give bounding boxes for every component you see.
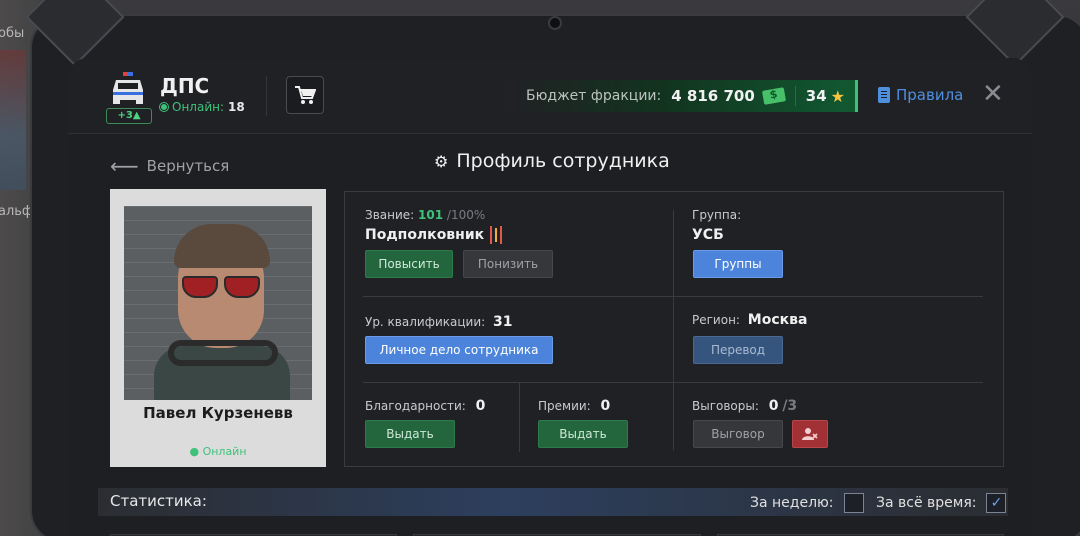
qualification-label: Ур. квалификации: [365,315,486,329]
employee-status-text: Онлайн [202,445,247,458]
qualification-row: Ур. квалификации: 31 [365,314,512,330]
employee-photo-card: Павел Курзеневв ● Онлайн [110,189,326,467]
avatar-sunglasses-right [224,276,260,298]
promote-button[interactable]: Повысить [365,250,453,278]
budget-edge [855,80,858,112]
alltime-checkbox[interactable]: ✓ [986,493,1007,513]
tablet-camera [548,16,562,30]
reprimands-max: /3 [782,398,798,414]
background-text-1: обы [0,26,25,41]
panel-divider-horizontal-1 [363,296,983,297]
page-title-text: Профиль сотрудника [456,150,670,172]
level-badge: +3▲ [106,108,152,124]
online-indicator: Онлайн: 18 [160,100,245,114]
money-icon [761,87,786,105]
bonuses-row: Премии: 0 [538,398,610,414]
region-row: Регион: Москва [692,312,807,328]
cart-icon [295,86,316,104]
online-count: 18 [228,100,245,114]
header: +3▲ ДПС Онлайн: 18 Бюджет фракции: 4 816… [68,58,1032,134]
personal-file-button[interactable]: Личное дело сотрудника [365,336,553,364]
close-icon[interactable]: ✕ [982,80,1004,108]
rules-link[interactable]: Правила [878,86,963,104]
statistics-title: Статистика: [110,492,207,510]
rank-name: Подполковник [365,226,503,244]
reprimand-button[interactable]: Выговор [693,420,783,448]
give-bonus-button[interactable]: Выдать [538,420,628,448]
tablet-screen: +3▲ ДПС Онлайн: 18 Бюджет фракции: 4 816… [68,58,1032,536]
bonuses-value: 0 [600,398,611,414]
reprimands-label: Выговоры: [692,399,759,413]
budget-label: Бюджет фракции: [526,88,662,104]
group-label: Группа: [692,208,742,222]
panel-divider-vertical-bottom [519,382,520,452]
budget-value: 4 816 700 [671,87,755,105]
region-label: Регион: [692,313,740,327]
rank-name-text: Подполковник [365,227,485,243]
give-thanks-button[interactable]: Выдать [365,420,455,448]
week-label: За неделю: [750,495,834,511]
employee-status: ● Онлайн [189,445,247,458]
thanks-row: Благодарности: 0 [365,398,485,414]
arrow-left-icon: ⟵ [110,154,139,178]
reprimands-value: 0 [768,398,779,414]
rank-label: Звание: [365,208,415,222]
week-checkbox[interactable] [843,493,864,513]
police-car-icon [113,72,143,104]
period-alltime[interactable]: За всё время: ✓ [876,493,1007,513]
rules-label: Правила [896,86,964,104]
background-sign [0,50,26,190]
avatar-headphones [168,340,278,366]
gear-icon: ⚙ [434,151,449,171]
period-week[interactable]: За неделю: [750,493,864,513]
region-value: Москва [747,312,808,328]
back-button[interactable]: ⟵ Вернуться [110,154,229,178]
shop-button[interactable] [286,76,324,114]
avatar-sunglasses-left [182,276,218,298]
page-title: ⚙ Профиль сотрудника [434,150,670,172]
user-remove-icon [802,428,818,440]
rank-max: /100% [446,208,486,222]
employee-name: Павел Курзеневв [143,404,293,422]
online-dot-icon [160,103,168,111]
star-icon: ★ [830,86,845,106]
rank-insignia-icon [490,226,503,244]
reprimands-row: Выговоры: 0 /3 [692,398,797,414]
remove-reprimand-button[interactable] [792,420,828,448]
panel-divider-vertical-main [673,210,674,450]
group-value: УСБ [692,227,724,243]
clipboard-icon [878,87,890,103]
alltime-label: За всё время: [876,495,977,511]
back-label: Вернуться [146,157,230,175]
stars-value: 34 [805,87,827,105]
rank-row: Звание: 101 /100% [365,208,485,222]
employee-avatar [124,206,312,400]
statistics-bar: Статистика: За неделю: За всё время: ✓ [98,488,1008,516]
faction-budget: Бюджет фракции: 4 816 700 34 ★ [508,80,858,112]
thanks-value: 0 [475,398,486,414]
thanks-label: Благодарности: [365,399,466,413]
groups-button[interactable]: Группы [693,250,783,278]
background-text-2: альф [0,204,34,219]
demote-button[interactable]: Понизить [463,250,553,278]
bonuses-label: Премии: [538,399,591,413]
qualification-value: 31 [493,314,513,330]
online-label: Онлайн: [172,100,225,114]
budget-separator [794,86,796,106]
profile-panel: Звание: 101 /100% Подполковник Повысить … [344,191,1004,467]
faction-logo: +3▲ [106,72,152,124]
rank-progress: 101 [418,208,444,222]
header-divider [266,76,267,116]
panel-divider-horizontal-2 [363,382,983,383]
faction-name: ДПС [160,74,210,98]
transfer-button[interactable]: Перевод [693,336,783,364]
